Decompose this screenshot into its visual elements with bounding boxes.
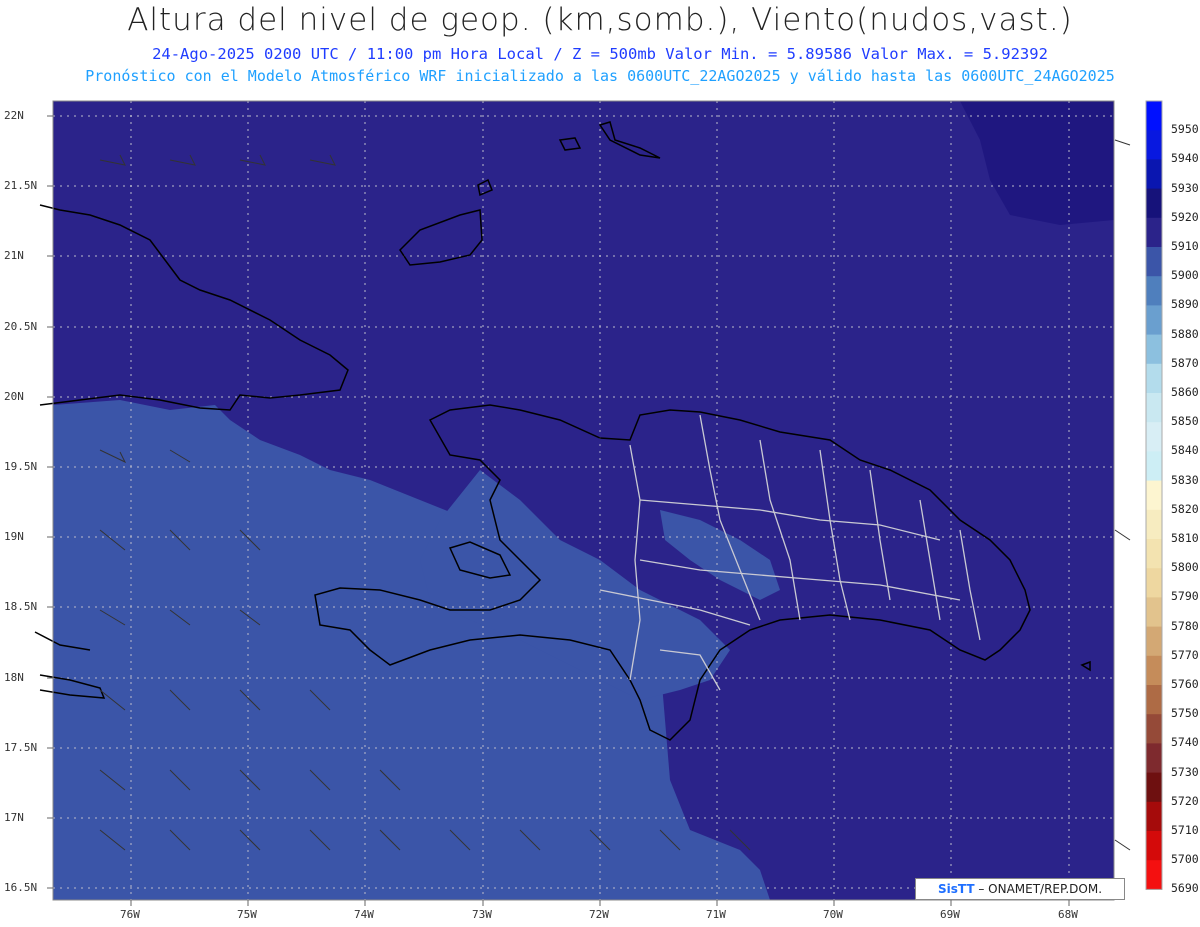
colorbar-tick-label: 5860 bbox=[1171, 385, 1199, 399]
lat-label-17-5n: 17.5N bbox=[4, 741, 38, 754]
colorbar-tick-label: 5940 bbox=[1171, 151, 1199, 166]
colorbar-swatch bbox=[1146, 188, 1162, 219]
colorbar-swatch bbox=[1146, 480, 1162, 511]
colorbar-tick-label: 5790 bbox=[1171, 589, 1199, 604]
colorbar-tick-label: 5840 bbox=[1171, 443, 1199, 458]
colorbar-tick-label: 5800 bbox=[1171, 560, 1199, 575]
lon-label-69w: 69W bbox=[940, 908, 960, 921]
lon-label-71w: 71W bbox=[706, 908, 726, 921]
colorbar-swatch bbox=[1146, 247, 1162, 277]
lat-label-22n: 22N bbox=[4, 109, 24, 122]
colorbar-tick-label: 5820 bbox=[1171, 501, 1199, 516]
lat-label-21-5n: 21.5N bbox=[4, 179, 38, 192]
colorbar-swatch bbox=[1146, 130, 1162, 160]
colorbar-tick-label: 5890 bbox=[1171, 297, 1199, 312]
colorbar-tick-label: 5780 bbox=[1171, 618, 1199, 633]
colorbar-swatch bbox=[1146, 772, 1162, 803]
colorbar-tick-label: 5730 bbox=[1171, 764, 1199, 779]
lat-label-21n: 21N bbox=[4, 249, 24, 262]
colorbar bbox=[1145, 100, 1163, 890]
colorbar-swatch bbox=[1146, 363, 1162, 394]
geopotential-map bbox=[34, 100, 1163, 906]
colorbar-swatch bbox=[1146, 334, 1162, 365]
colorbar-tick-label: 5920 bbox=[1171, 209, 1199, 224]
colorbar-swatch bbox=[1146, 509, 1162, 540]
colorbar-swatch bbox=[1146, 743, 1162, 774]
lon-label-68w: 68W bbox=[1058, 908, 1078, 921]
colorbar-swatch bbox=[1146, 597, 1162, 628]
colorbar-tick-label: 5700 bbox=[1171, 852, 1199, 867]
credit-box: SisTT – ONAMET/REP.DOM. bbox=[915, 878, 1125, 900]
lon-label-70w: 70W bbox=[823, 908, 843, 921]
colorbar-swatch bbox=[1146, 626, 1162, 657]
colorbar-tick-label: 5900 bbox=[1171, 268, 1199, 283]
colorbar-tick-label: 5710 bbox=[1171, 823, 1199, 837]
colorbar-tick-label: 5760 bbox=[1171, 677, 1199, 691]
lon-label-75w: 75W bbox=[237, 908, 257, 921]
colorbar-swatch bbox=[1146, 101, 1162, 131]
lat-label-16-5n: 16.5N bbox=[4, 881, 38, 894]
colorbar-tick-label: 5750 bbox=[1171, 706, 1199, 721]
colorbar-tick-label: 5690 bbox=[1171, 881, 1199, 896]
colorbar-swatch bbox=[1146, 305, 1162, 336]
colorbar-tick-label: 5880 bbox=[1171, 326, 1199, 341]
colorbar-swatch bbox=[1146, 801, 1162, 832]
colorbar-swatch bbox=[1146, 860, 1162, 890]
colorbar-tick-label: 5830 bbox=[1171, 472, 1199, 487]
colorbar-swatch bbox=[1146, 685, 1162, 715]
lat-label-20n: 20N bbox=[4, 390, 24, 403]
colorbar-tick-label: 5910 bbox=[1171, 239, 1199, 253]
colorbar-swatch bbox=[1146, 568, 1162, 598]
colorbar-swatch bbox=[1146, 159, 1162, 190]
colorbar-tick-label: 5740 bbox=[1171, 735, 1199, 750]
lat-label-19n: 19N bbox=[4, 530, 24, 543]
sistt-logo: SisTT bbox=[937, 882, 975, 896]
lat-label-18-5n: 18.5N bbox=[4, 600, 38, 613]
lon-label-73w: 73W bbox=[472, 908, 492, 921]
colorbar-swatch bbox=[1146, 393, 1162, 423]
colorbar-tick-label: 5810 bbox=[1171, 531, 1199, 545]
colorbar-tick-label: 5870 bbox=[1171, 355, 1199, 370]
colorbar-swatch bbox=[1146, 831, 1162, 861]
lon-label-72w: 72W bbox=[589, 908, 609, 921]
colorbar-swatch bbox=[1146, 539, 1162, 569]
lat-label-19-5n: 19.5N bbox=[4, 460, 38, 473]
colorbar-swatch bbox=[1146, 655, 1162, 686]
colorbar-swatch bbox=[1146, 714, 1162, 744]
colorbar-tick-label: 5850 bbox=[1171, 414, 1199, 429]
colorbar-tick-label: 5950 bbox=[1171, 122, 1199, 137]
lat-label-20-5n: 20.5N bbox=[4, 320, 38, 333]
colorbar-swatch bbox=[1146, 217, 1162, 248]
colorbar-tick-label: 5770 bbox=[1171, 647, 1199, 662]
colorbar-tick-label: 5720 bbox=[1171, 793, 1199, 808]
colorbar-swatch bbox=[1146, 451, 1162, 482]
colorbar-tick-label: 5930 bbox=[1171, 180, 1199, 195]
credit-text: – ONAMET/REP.DOM. bbox=[978, 882, 1103, 896]
lon-label-74w: 74W bbox=[354, 908, 374, 921]
lat-label-17n: 17N bbox=[4, 811, 24, 824]
colorbar-swatch bbox=[1146, 276, 1162, 306]
lat-label-18n: 18N bbox=[4, 671, 24, 684]
lon-label-76w: 76W bbox=[120, 908, 140, 921]
colorbar-swatch bbox=[1146, 422, 1162, 452]
